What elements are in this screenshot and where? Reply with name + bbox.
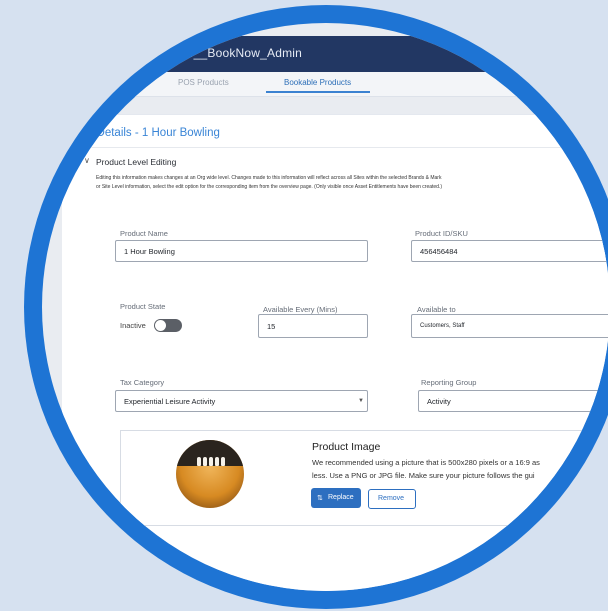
image-desc-line: less. Use a PNG or JPG file. Make sure y… [312,471,535,480]
description-line: or Site Level information, select the ed… [96,184,443,190]
tab-pos-products[interactable]: POS Products [178,78,229,87]
tax-category-select[interactable]: Experiential Leisure Activity [115,390,368,412]
tab-bookable-products[interactable]: Bookable Products [284,78,351,87]
available-every-label: Available Every (Mins) [263,305,338,314]
divider [62,147,608,148]
available-to-select[interactable]: Customers, Staff [411,314,608,338]
product-name-label: Product Name [120,229,168,238]
pin [215,457,219,466]
product-id-label: Product ID/SKU [415,229,468,238]
available-to-label: Available to [417,305,456,314]
tax-category-label: Tax Category [120,378,165,387]
caret-down-icon: ▼ [358,398,364,404]
section-title[interactable]: Product Level Editing [96,157,176,167]
chevron-down-icon[interactable]: ∨ [84,156,90,165]
replace-button[interactable]: ⇅ Replace [311,488,361,508]
replace-label: Replace [328,494,354,501]
reporting-group-label: Reporting Group [421,378,477,387]
circle-frame: now__BookNow_Admin POS Products Bookable… [24,5,608,609]
pin [197,457,201,466]
reporting-group-select[interactable]: Activity [418,390,608,412]
product-image-title: Product Image [312,441,381,453]
bowling-image [176,440,244,508]
remove-button[interactable]: Remove [368,489,416,509]
remove-label: Remove [378,495,405,502]
pin [221,457,225,466]
swap-icon: ⇅ [317,495,323,502]
screenshot-viewport: now__BookNow_Admin POS Products Bookable… [42,23,608,591]
product-name-input[interactable]: 1 Hour Bowling [115,240,368,262]
available-every-input[interactable]: 15 [258,314,368,338]
product-image-description: We recommended using a picture that is 5… [312,456,540,482]
pin [209,457,213,466]
product-state-toggle[interactable] [154,319,182,332]
page-title: uct Details - 1 Hour Bowling [78,127,220,139]
product-state-label: Product State [120,302,166,311]
admin-screen: now__BookNow_Admin POS Products Bookable… [42,23,608,591]
active-tab-indicator [266,91,370,93]
product-state-text: Inactive [120,321,146,330]
description-line: Editing this information makes changes a… [96,175,442,181]
pin [203,457,207,466]
app-title: now__BookNow_Admin [171,46,303,60]
image-desc-line: We recommended using a picture that is 5… [312,458,540,467]
top-bar [42,36,608,72]
section-description: Editing this information makes changes a… [96,174,608,192]
product-id-input[interactable]: 456456484 [411,240,608,262]
